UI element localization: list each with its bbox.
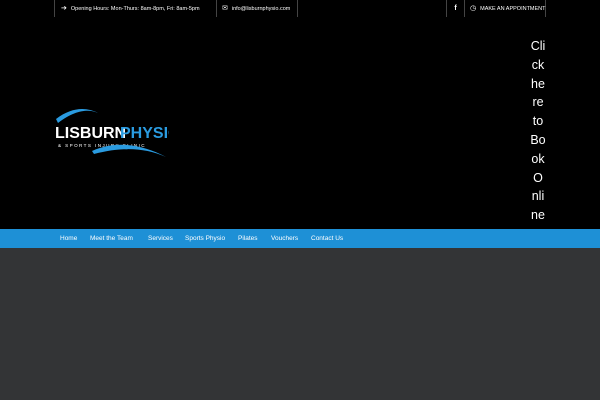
book-online-line[interactable]: Bo	[524, 131, 552, 150]
nav-item-meet-the-team[interactable]: Meet the Team	[90, 229, 133, 248]
arrow-right-icon: ➔	[61, 5, 67, 12]
logo-word-lisburn: LISBURN	[55, 125, 126, 142]
main-nav: Home Meet the Team Services Sports Physi…	[0, 229, 600, 248]
email-text[interactable]: info@lisburnphysio.com	[232, 6, 290, 12]
opening-hours-text: Opening Hours: Mon-Thurs: 8am-8pm, Fri: …	[70, 5, 200, 12]
top-bar: ➔ Opening Hours: Mon-Thurs: 8am-8pm, Fri…	[0, 0, 600, 17]
book-online-line[interactable]: he	[524, 75, 552, 94]
nav-item-contact-us[interactable]: Contact Us	[311, 229, 343, 248]
envelope-icon: ✉	[222, 5, 228, 12]
facebook-icon[interactable]: f	[454, 5, 456, 12]
book-online-link[interactable]: Cli ck he re to Bo ok Onli ne	[524, 37, 552, 225]
nav-item-sports-physio[interactable]: Sports Physio	[185, 229, 225, 248]
book-online-line[interactable]: O	[524, 169, 552, 188]
make-appointment-link[interactable]: ◷ MAKE AN APPOINTMENT	[464, 0, 546, 17]
book-online-line[interactable]: re	[524, 93, 552, 112]
clock-icon: ◷	[470, 5, 477, 12]
site-logo[interactable]: LISBURN PHYSIO & SPORTS INJURY CLINIC	[54, 97, 169, 167]
nav-item-home[interactable]: Home	[60, 229, 77, 248]
book-online-line[interactable]: ne	[524, 206, 552, 225]
make-appointment-text[interactable]: MAKE AN APPOINTMENT	[480, 6, 545, 12]
book-online-line[interactable]: ok	[524, 150, 552, 169]
page-content	[0, 248, 600, 400]
site-header: LISBURN PHYSIO & SPORTS INJURY CLINIC Cl…	[0, 17, 600, 229]
book-online-line[interactable]: Cli	[524, 37, 552, 56]
email-link[interactable]: ✉ info@lisburnphysio.com	[216, 0, 298, 17]
book-online-line[interactable]: nli	[524, 187, 552, 206]
logo-word-physio: PHYSIO	[120, 125, 169, 142]
nav-item-vouchers[interactable]: Vouchers	[271, 229, 298, 248]
nav-item-services[interactable]: Services	[148, 229, 173, 248]
opening-hours: ➔ Opening Hours: Mon-Thurs: 8am-8pm, Fri…	[54, 0, 216, 17]
logo-swoosh-top	[56, 109, 98, 123]
nav-item-pilates[interactable]: Pilates	[238, 229, 258, 248]
book-online-line[interactable]: to	[524, 112, 552, 131]
book-online-line[interactable]: ck	[524, 56, 552, 75]
facebook-link[interactable]: f	[446, 0, 464, 17]
